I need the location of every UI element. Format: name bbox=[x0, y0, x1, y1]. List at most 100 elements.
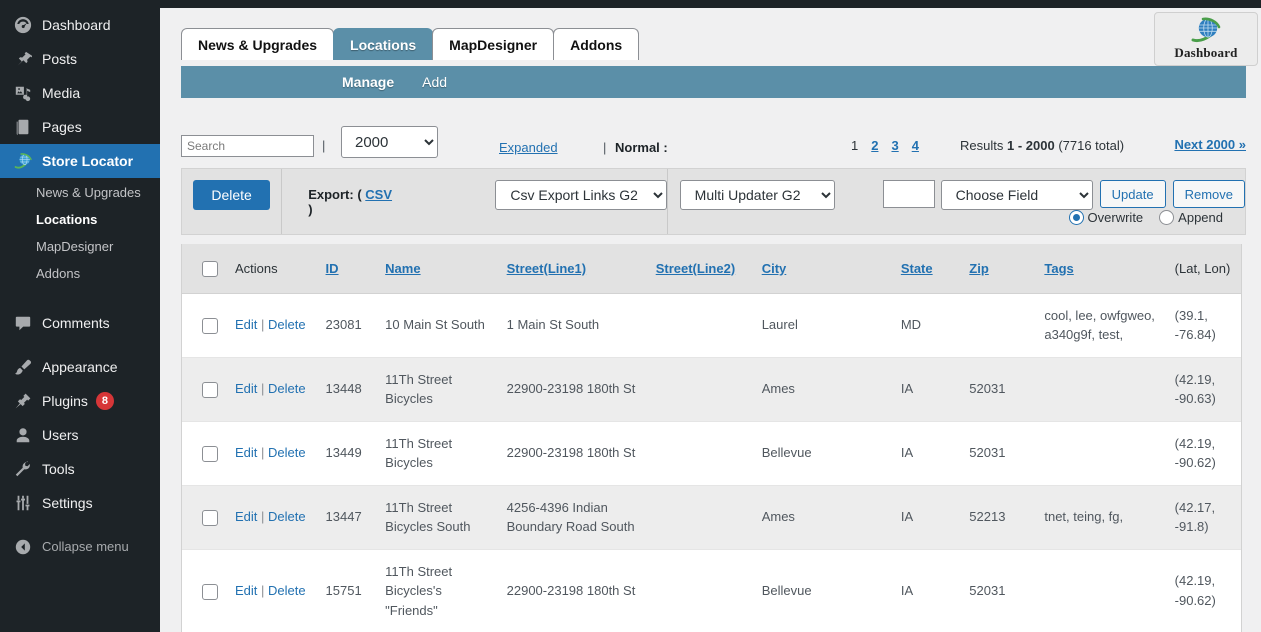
pagination-numbers: 1234 bbox=[851, 138, 919, 153]
sidebar-item-tools[interactable]: Tools bbox=[0, 452, 160, 486]
subtab-manage[interactable]: Manage bbox=[342, 74, 394, 90]
tab-locations[interactable]: Locations bbox=[333, 28, 434, 60]
sidebar-subitem-addons[interactable]: Addons bbox=[0, 261, 160, 288]
edit-link[interactable]: Edit bbox=[235, 445, 257, 460]
edit-link[interactable]: Edit bbox=[235, 583, 257, 598]
multi-updater-select[interactable]: Multi Updater G2 bbox=[679, 180, 835, 210]
admin-bar bbox=[0, 0, 1261, 8]
comments-icon bbox=[13, 313, 33, 333]
sort-link-state[interactable]: State bbox=[901, 261, 933, 276]
sidebar-item-dashboard[interactable]: Dashboard bbox=[0, 8, 160, 42]
tab-addons[interactable]: Addons bbox=[553, 28, 640, 60]
delete-link[interactable]: Delete bbox=[268, 381, 306, 396]
update-button[interactable]: Update bbox=[1099, 180, 1166, 208]
cell-state: MD bbox=[900, 293, 970, 358]
delete-button[interactable]: Delete bbox=[193, 180, 270, 210]
edit-link[interactable]: Edit bbox=[235, 317, 257, 332]
tab-news-upgrades[interactable]: News & Upgrades bbox=[181, 28, 335, 60]
tab-bar: News & Upgrades Locations MapDesigner Addon… bbox=[181, 28, 640, 60]
overwrite-radio[interactable] bbox=[1068, 210, 1084, 225]
per-page-select[interactable]: 10255010050010002000 bbox=[341, 126, 438, 158]
sidebar-item-plugins[interactable]: Plugins 8 bbox=[0, 384, 160, 418]
page-number-3[interactable]: 3 bbox=[891, 138, 898, 153]
sidebar-item-posts[interactable]: Posts bbox=[0, 42, 160, 76]
row-checkbox[interactable] bbox=[202, 317, 218, 334]
sort-link-street2[interactable]: Street(Line2) bbox=[656, 261, 735, 276]
plug-icon bbox=[13, 391, 33, 411]
sort-link-id[interactable]: ID bbox=[326, 261, 339, 276]
cell-state: IA bbox=[900, 485, 970, 550]
export-csv-link[interactable]: CSV bbox=[365, 187, 392, 202]
remove-button[interactable]: Remove bbox=[1172, 180, 1245, 208]
row-actions: Edit | Delete bbox=[235, 421, 326, 486]
wrench-icon bbox=[13, 459, 33, 479]
logo-label: Dashboard bbox=[1174, 44, 1238, 60]
expanded-link[interactable]: Expanded bbox=[499, 140, 558, 155]
action-separator: | bbox=[261, 317, 265, 333]
cell-street2 bbox=[655, 485, 762, 550]
column-header-city: City bbox=[761, 244, 901, 294]
cell-zip: 52031 bbox=[969, 421, 1045, 486]
csv-export-select[interactable]: Csv Export Links G2 bbox=[495, 180, 667, 210]
row-checkbox[interactable] bbox=[202, 583, 218, 600]
delete-link[interactable]: Delete bbox=[268, 583, 306, 598]
value-input[interactable] bbox=[882, 180, 935, 208]
delete-link[interactable]: Delete bbox=[268, 445, 306, 460]
pages-icon bbox=[13, 117, 33, 137]
edit-link[interactable]: Edit bbox=[235, 509, 257, 524]
cell-street1: 1 Main St South bbox=[506, 293, 656, 358]
controls-row: | 10255010050010002000 | Normal : Expand… bbox=[181, 126, 1246, 166]
sort-link-zip[interactable]: Zip bbox=[969, 261, 989, 276]
cell-zip: 52213 bbox=[969, 485, 1045, 550]
cell-name: 11Th Street Bicycles South bbox=[385, 485, 507, 550]
sort-link-street1[interactable]: Street(Line1) bbox=[507, 261, 586, 276]
sidebar-item-label: Appearance bbox=[42, 358, 118, 375]
admin-sidebar: Dashboard Posts Media Pages Store Locator New… bbox=[0, 8, 168, 632]
delete-link[interactable]: Delete bbox=[268, 317, 306, 332]
page-number-4[interactable]: 4 bbox=[912, 138, 919, 153]
row-checkbox[interactable] bbox=[202, 381, 218, 398]
cell-street1: 22900-23198 180th St bbox=[506, 421, 656, 486]
sidebar-item-label: Plugins bbox=[42, 392, 88, 409]
sidebar-item-media[interactable]: Media bbox=[0, 76, 160, 110]
export-text-close: ) bbox=[308, 202, 313, 217]
cell-tags bbox=[1044, 549, 1175, 632]
table-row: Edit | Delete 13449 11Th Street Bicycles 22… bbox=[182, 421, 1241, 486]
sidebar-item-comments[interactable]: Comments bbox=[0, 306, 160, 340]
cell-name: 11Th Street Bicycles bbox=[385, 357, 507, 422]
collapse-menu-button[interactable]: Collapse menu bbox=[0, 530, 160, 564]
search-input[interactable] bbox=[181, 135, 314, 157]
sidebar-subitem-locations[interactable]: Locations bbox=[0, 207, 160, 234]
tab-mapdesigner[interactable]: MapDesigner bbox=[432, 28, 555, 60]
cell-id: 13449 bbox=[325, 421, 386, 486]
sidebar-item-settings[interactable]: Settings bbox=[0, 486, 160, 520]
row-checkbox[interactable] bbox=[202, 445, 218, 462]
sidebar-item-store-locator[interactable]: Store Locator bbox=[0, 144, 168, 178]
cell-name: 11Th Street Bicycles bbox=[385, 421, 507, 486]
sort-link-tags[interactable]: Tags bbox=[1044, 261, 1073, 276]
row-select-cell bbox=[182, 549, 235, 632]
append-radio[interactable] bbox=[1159, 210, 1175, 225]
sort-link-city[interactable]: City bbox=[762, 261, 787, 276]
row-select-cell bbox=[182, 357, 235, 422]
row-select-cell bbox=[182, 293, 235, 358]
choose-field-select[interactable]: Choose Field bbox=[940, 180, 1093, 210]
sidebar-item-pages[interactable]: Pages bbox=[0, 110, 160, 144]
table-body: Edit | Delete 23081 10 Main St South 1 Main… bbox=[182, 293, 1241, 632]
page-number-2[interactable]: 2 bbox=[871, 138, 878, 153]
delete-link[interactable]: Delete bbox=[268, 509, 306, 524]
row-checkbox[interactable] bbox=[202, 509, 218, 526]
sidebar-item-users[interactable]: Users bbox=[0, 418, 160, 452]
sidebar-item-appearance[interactable]: Appearance bbox=[0, 350, 160, 384]
edit-link[interactable]: Edit bbox=[235, 381, 257, 396]
select-all-checkbox[interactable] bbox=[202, 260, 218, 277]
sidebar-subitem-news-upgrades[interactable]: News & Upgrades bbox=[0, 180, 160, 207]
cell-street2 bbox=[655, 293, 762, 358]
next-page-link[interactable]: Next 2000 » bbox=[1174, 137, 1246, 152]
sidebar-subitem-mapdesigner[interactable]: MapDesigner bbox=[0, 234, 160, 261]
sidebar-item-label: Posts bbox=[42, 51, 78, 67]
sort-link-name[interactable]: Name bbox=[385, 261, 420, 276]
subtab-add[interactable]: Add bbox=[422, 74, 447, 90]
cell-city: Ames bbox=[761, 485, 901, 550]
sliders-icon bbox=[13, 493, 33, 513]
